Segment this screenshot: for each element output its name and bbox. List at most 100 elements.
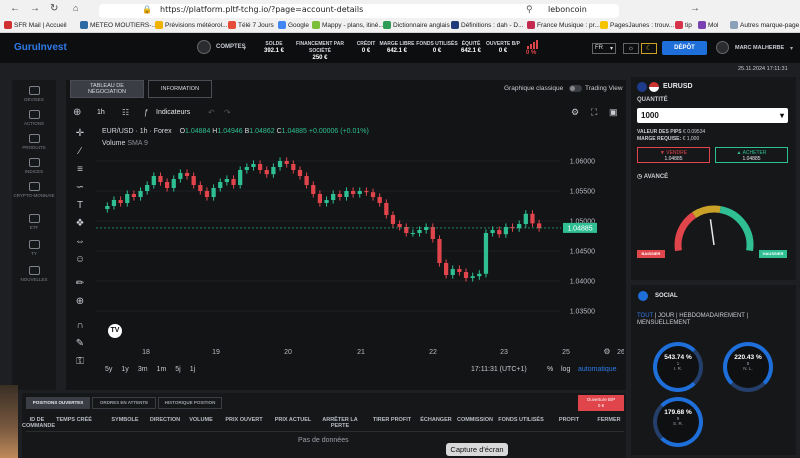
undo-icon[interactable]: ↶	[208, 108, 215, 117]
bookmark-item[interactable]: METEO MOUTIERS-...	[80, 21, 157, 29]
add-icon[interactable]: ⊕	[73, 107, 81, 118]
forward-icon[interactable]: →	[30, 3, 40, 14]
user-avatar[interactable]	[716, 41, 729, 54]
bookmark-item[interactable]: tip	[675, 21, 692, 29]
home-icon[interactable]: ⌂	[73, 3, 78, 13]
range-5y[interactable]: 5y	[105, 366, 112, 373]
magnet-icon[interactable]: ∩	[72, 320, 88, 332]
sun-icon[interactable]: ☼	[623, 43, 639, 54]
candle-body	[118, 200, 123, 203]
leader-ring[interactable]: 179.68 % 9 S. R.	[653, 397, 703, 447]
sidebar-item-devises[interactable]: DEVISES	[12, 86, 56, 102]
quantity-select[interactable]: 1000 ▾	[637, 108, 788, 123]
bookmark-item[interactable]: Dictionnaire anglais	[383, 21, 450, 29]
tab-trading-board[interactable]: TABLEAU DE NÉGOCIATION	[70, 80, 144, 98]
search-field[interactable]: leboncoin	[548, 5, 587, 14]
sidebar-item-produits[interactable]: PRODUITS	[12, 134, 56, 150]
leader-ring[interactable]: 543.74 % 1 I. R.	[653, 342, 703, 392]
bookmark-item[interactable]: PagesJaunes : trouv...	[600, 21, 674, 29]
pattern-icon[interactable]: ❖	[72, 218, 88, 230]
indicators-button[interactable]: Indicateurs	[156, 109, 190, 116]
redo-icon[interactable]: ↷	[224, 108, 231, 117]
chevron-down-icon[interactable]: ▾	[790, 45, 793, 52]
range-1m[interactable]: 1m	[157, 366, 167, 373]
stat-value: 392.1 €	[263, 48, 285, 54]
tab-pending-orders[interactable]: ORDRES EN ATTENTE	[92, 397, 156, 409]
sidebar-item-actions[interactable]: ACTIONS	[12, 110, 56, 126]
open-pl-button[interactable]: Ouverture B/P 0 €	[578, 395, 624, 411]
range-1d[interactable]: 1j	[190, 366, 195, 373]
bookmark-item[interactable]: Mol	[698, 21, 718, 29]
sidebar-item-indices[interactable]: INDICES	[12, 158, 56, 174]
fullscreen-icon[interactable]: ⛶	[591, 107, 597, 118]
range-1y[interactable]: 1y	[121, 366, 128, 373]
chart-type-icon[interactable]: ☷	[122, 108, 129, 117]
sidebar-item-etf[interactable]: ETF	[12, 214, 56, 230]
advanced-toggle[interactable]: ◷ AVANCÉ	[637, 173, 668, 180]
tab-open-positions[interactable]: POSITIONS OUVERTES	[26, 397, 90, 409]
bookmark-folder[interactable]: Autres marque-page	[730, 21, 799, 29]
measure-icon[interactable]: ⇔	[72, 236, 88, 248]
crosshair-icon[interactable]: ✛	[72, 128, 88, 140]
bookmark-item[interactable]: Télé 7 Jours	[228, 21, 274, 29]
range-3m[interactable]: 3m	[138, 366, 148, 373]
reload-icon[interactable]: ↻	[50, 3, 58, 14]
sidebar-item-news[interactable]: NOUVELLES	[12, 266, 56, 282]
emoji-icon[interactable]: ☺	[72, 254, 88, 266]
accounts-icon[interactable]	[197, 40, 211, 54]
tab-monthly[interactable]: MENSUELLEMENT	[637, 320, 690, 326]
tab-all[interactable]: TOUT	[637, 313, 653, 319]
go-arrow-icon[interactable]: →	[690, 3, 700, 14]
bookmark-item[interactable]: Mappy - plans, itiné...	[312, 21, 384, 29]
bookmark-item[interactable]: SFR Mail | Accueil	[4, 21, 67, 29]
language-select[interactable]: FR ▾	[592, 43, 616, 54]
ohlc-open: 1.04884	[185, 128, 211, 135]
brush-icon[interactable]: ∽	[72, 182, 88, 194]
indicators-icon[interactable]: ƒ	[144, 108, 148, 117]
bookmark-item[interactable]: Prévisions météorol...	[155, 21, 228, 29]
fib-icon[interactable]: ≡	[72, 164, 88, 176]
deposit-button[interactable]: DÉPÔT	[662, 41, 707, 55]
moon-icon[interactable]: ☾	[641, 43, 657, 54]
ruler-icon[interactable]: ✏	[72, 278, 88, 290]
bookmark-item[interactable]: Définitions : dah - D...	[451, 21, 524, 29]
bookmark-item[interactable]: Google	[278, 21, 309, 29]
buy-button[interactable]: ▲ ACHETER 1.04885	[715, 147, 788, 163]
accounts-label[interactable]: COMPTES	[216, 44, 246, 50]
candle-body	[483, 233, 489, 274]
tab-weekly[interactable]: HEBDOMADAIREMENT	[679, 313, 745, 319]
us-flag-icon	[649, 82, 659, 92]
sell-button[interactable]: ▼ VENDRE 1.04885	[637, 147, 710, 163]
tab-day[interactable]: JOUR	[658, 313, 674, 319]
logo[interactable]: GuruInvest	[14, 42, 67, 53]
candlestick-chart[interactable]: 1.060001.055001.050001.045001.040001.035…	[96, 146, 624, 356]
range-5d[interactable]: 5j	[175, 366, 180, 373]
text-icon[interactable]: T	[72, 200, 88, 212]
log-toggle[interactable]: log	[561, 366, 570, 373]
url-text[interactable]: https://platform.pltf-tchg.io/?page=acco…	[160, 5, 363, 14]
user-name[interactable]: MARC MALHERBE	[735, 45, 784, 51]
interval-button[interactable]: 1h	[97, 109, 105, 116]
tab-information[interactable]: INFORMATION	[148, 80, 212, 98]
pencil-lock-icon[interactable]: ✎	[72, 338, 88, 350]
chart-mode-toggle[interactable]	[569, 85, 582, 92]
tab-history[interactable]: HISTORIQUE POSITION	[158, 397, 222, 409]
lock-icon[interactable]: ⚿	[72, 356, 88, 368]
trendline-icon[interactable]: ∕	[72, 146, 88, 158]
percent-toggle[interactable]: %	[547, 366, 553, 373]
candle-body	[125, 194, 130, 203]
sidebar-item-crypto[interactable]: CRYPTO-MONNAIE	[12, 182, 56, 198]
sidebar-item-tv[interactable]: TY	[12, 240, 56, 256]
zoom-icon[interactable]: ⊕	[72, 296, 88, 308]
settings-icon[interactable]: ⚙	[571, 107, 579, 118]
risk-value: 0 %	[526, 50, 537, 56]
auto-toggle[interactable]: automatique	[578, 366, 617, 373]
language-value: FR	[595, 45, 603, 51]
candle-body	[430, 227, 435, 239]
back-icon[interactable]: ←	[10, 3, 20, 14]
chevron-down-icon[interactable]: ▾	[243, 45, 246, 52]
bookmark-item[interactable]: France Musique : pr...	[527, 21, 600, 29]
camera-icon[interactable]: ▣	[609, 107, 618, 118]
leader-ring[interactable]: 220.43 % 8 N. L.	[723, 342, 773, 392]
candle-body	[497, 230, 502, 235]
